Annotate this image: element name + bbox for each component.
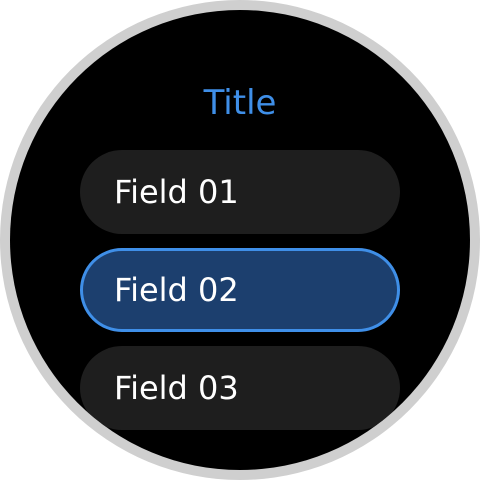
watch-screen: Title Field 01 Field 02 Field 03 <box>10 10 470 470</box>
field-label: Field 01 <box>114 173 239 211</box>
page-title: Title <box>203 83 277 123</box>
list-item-field-02[interactable]: Field 02 <box>80 248 400 332</box>
list-item-field-03[interactable]: Field 03 <box>80 346 400 430</box>
watch-bezel: Title Field 01 Field 02 Field 03 <box>0 0 480 480</box>
field-label: Field 03 <box>114 369 239 407</box>
field-label: Field 02 <box>114 271 239 309</box>
list-item-field-01[interactable]: Field 01 <box>80 150 400 234</box>
